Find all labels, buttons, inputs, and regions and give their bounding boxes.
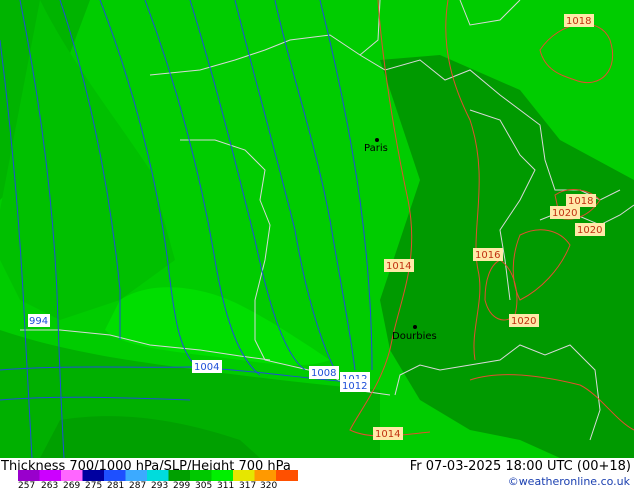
isobar-label: 1014 bbox=[375, 429, 400, 440]
legend-swatch bbox=[168, 470, 191, 481]
legend-swatch bbox=[147, 470, 169, 481]
isobar-label: 994 bbox=[29, 316, 48, 327]
legend-swatch bbox=[61, 470, 83, 481]
city-marker bbox=[413, 325, 417, 329]
isobar-label: 1020 bbox=[552, 208, 577, 219]
legend-swatch bbox=[190, 470, 212, 481]
legend-swatch bbox=[211, 470, 234, 481]
isobar-label: 1012 bbox=[342, 381, 367, 392]
legend-swatch bbox=[39, 470, 62, 481]
city-marker bbox=[375, 138, 379, 142]
weather-map: Paris Dourbies 994 1004 1008 1012 1012 1… bbox=[0, 0, 634, 458]
isobar-label: 1020 bbox=[511, 316, 536, 327]
credit-link[interactable]: ©weatheronline.co.uk bbox=[508, 475, 630, 488]
isobar-label: 1018 bbox=[566, 16, 591, 27]
isobar-label: 1016 bbox=[475, 250, 500, 261]
legend-swatch bbox=[254, 470, 277, 481]
isobar-label: 1008 bbox=[311, 368, 336, 379]
legend-swatch bbox=[233, 470, 255, 481]
isobar-label: 1020 bbox=[577, 225, 602, 236]
city-label: Paris bbox=[364, 143, 388, 154]
legend-swatch bbox=[125, 470, 148, 481]
isobar-label: 1018 bbox=[568, 196, 593, 207]
forecast-datetime: Fr 07-03-2025 18:00 UTC (00+18) bbox=[409, 459, 631, 474]
city-label: Dourbies bbox=[392, 331, 437, 342]
legend-swatch bbox=[104, 470, 126, 481]
color-legend bbox=[18, 470, 298, 481]
isobar-label: 1014 bbox=[386, 261, 411, 272]
legend-swatch bbox=[276, 470, 298, 481]
map-canvas: Paris Dourbies 994 1004 1008 1012 1012 1… bbox=[0, 0, 634, 458]
isobar-label: 1004 bbox=[194, 362, 219, 373]
legend-swatch bbox=[82, 470, 105, 481]
legend-swatch bbox=[18, 470, 40, 481]
